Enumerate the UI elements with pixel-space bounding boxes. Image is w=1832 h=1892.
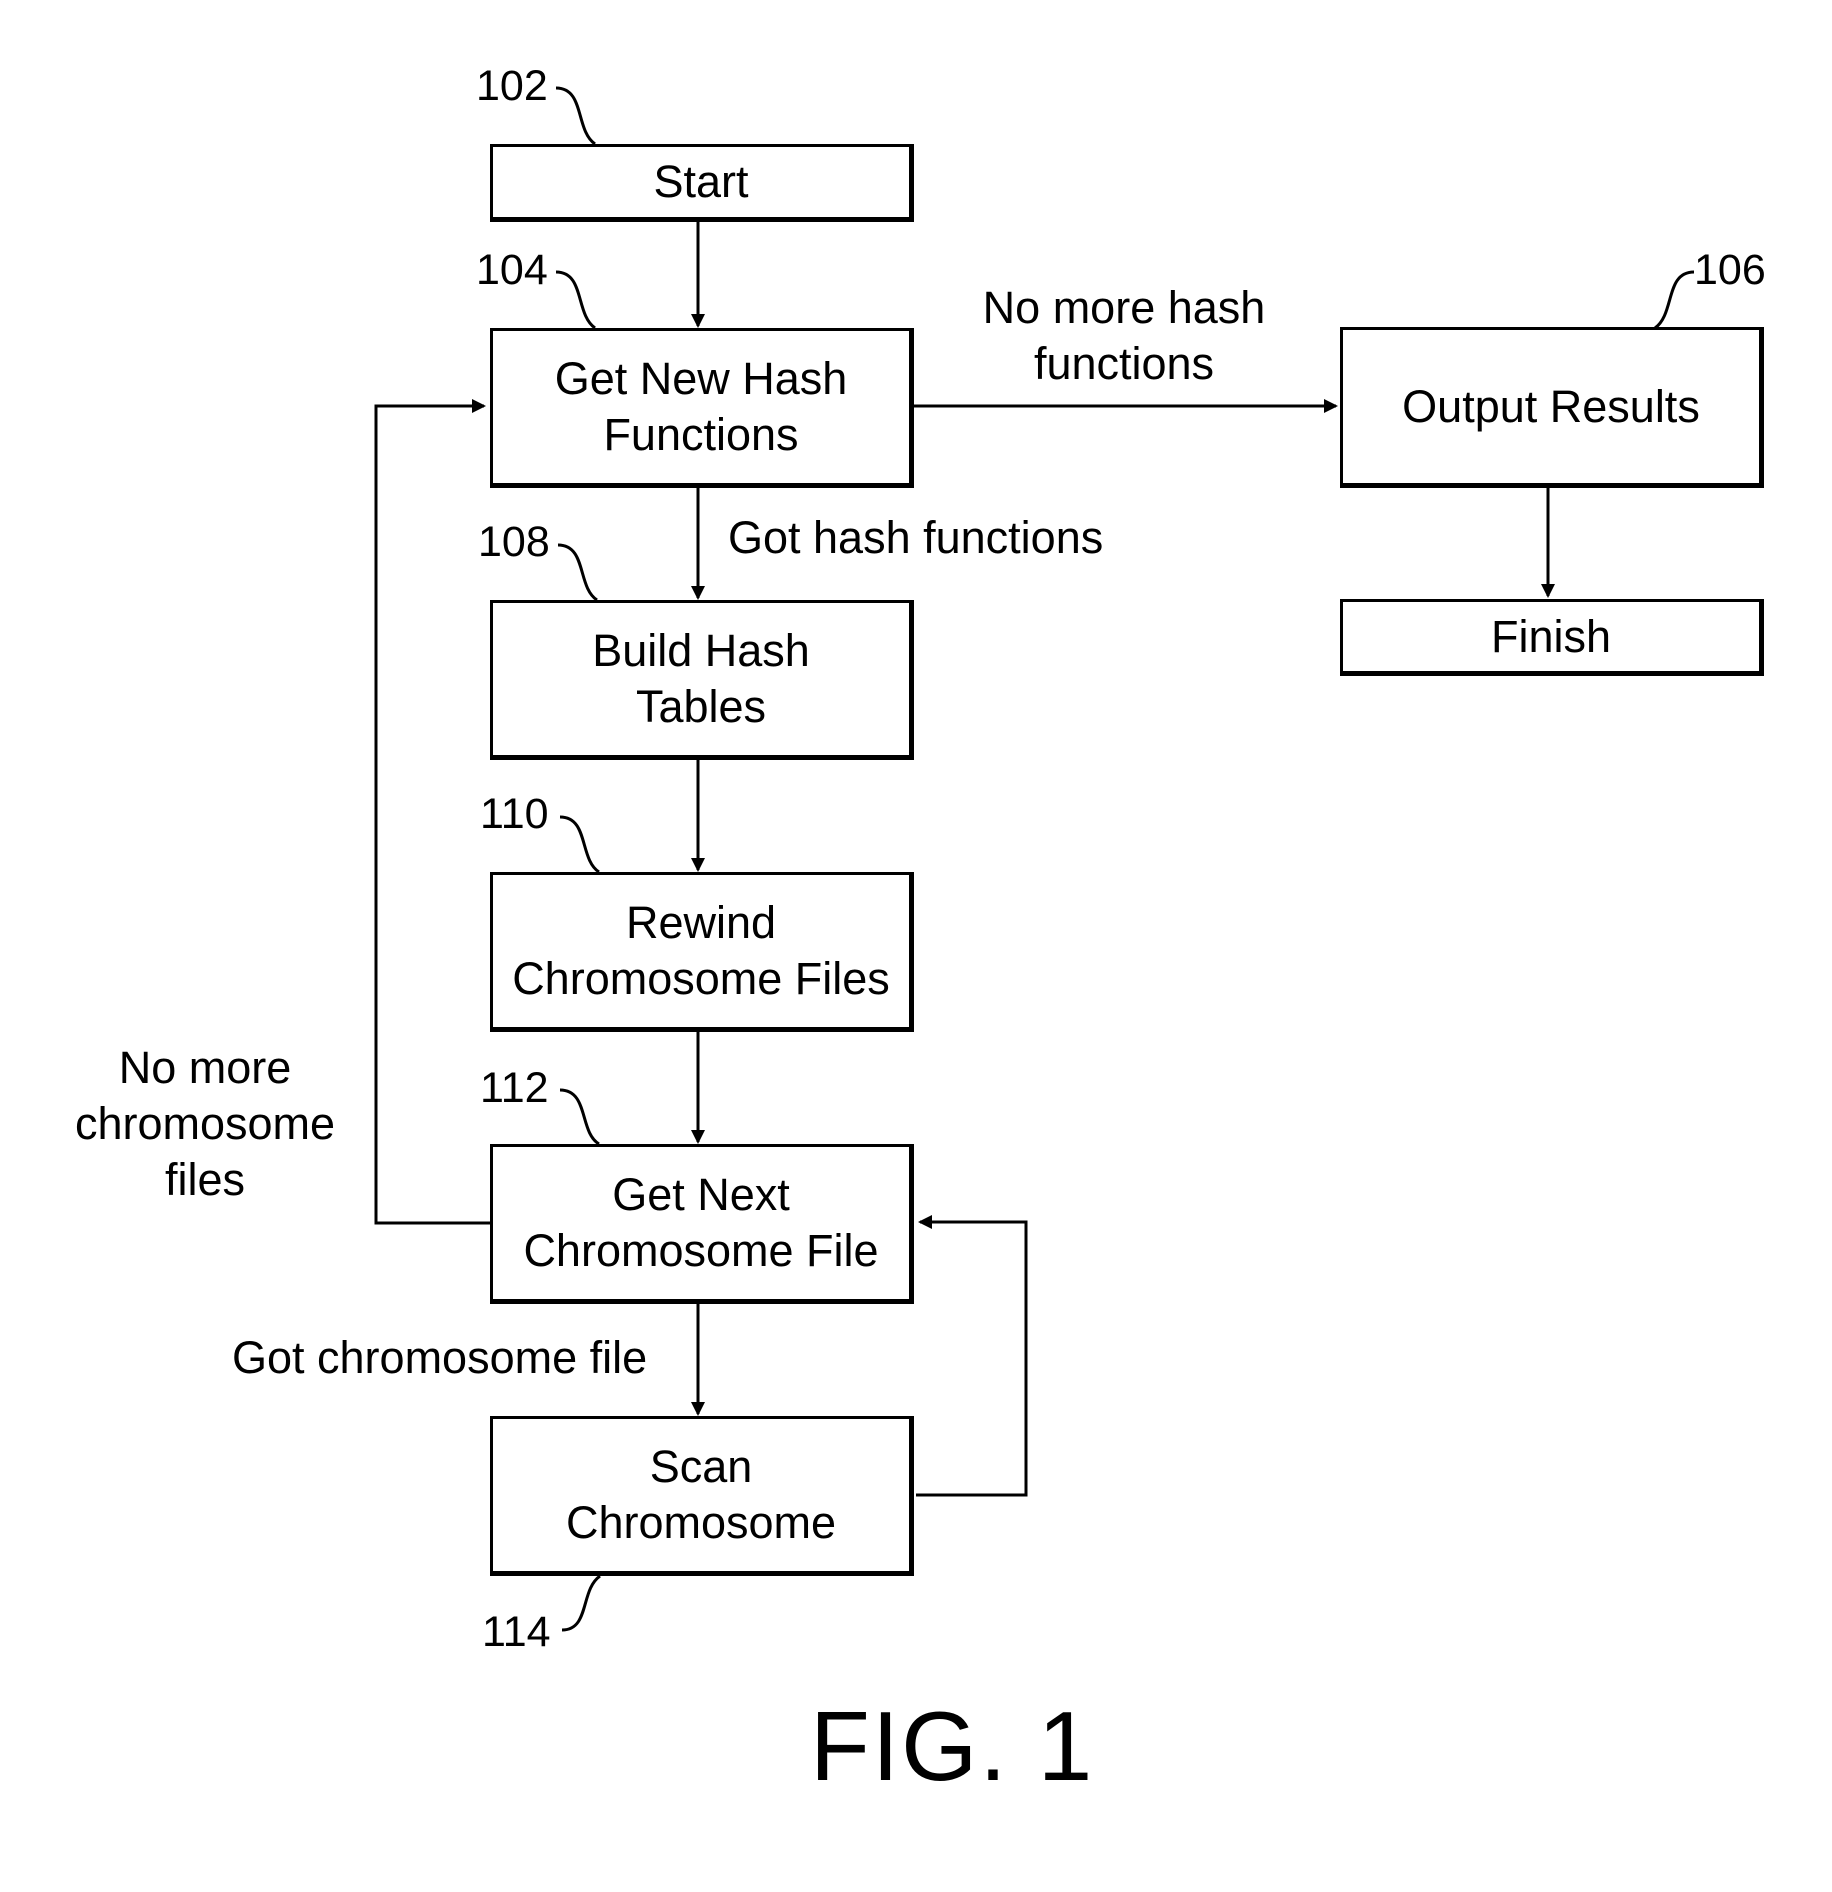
node-rewind-chromosome-files-label: Rewind Chromosome Files <box>512 897 890 1004</box>
leader-110 <box>559 815 600 874</box>
node-start: Start <box>490 144 914 222</box>
node-build-hash-tables-label: Build Hash Tables <box>592 625 810 732</box>
node-finish: Finish <box>1340 599 1764 676</box>
ref-102: 102 <box>476 62 548 110</box>
figure-caption: FIG. 1 <box>810 1691 1095 1801</box>
node-output-results-label: Output Results <box>1402 380 1700 432</box>
edge-label-no-more-chromosome-files: No more chromosome files <box>74 1042 336 1205</box>
edge-label-got-hash-functions: Got hash functions <box>728 512 1104 563</box>
leader-106 <box>1654 270 1695 330</box>
edge-label-got-chromosome-file: Got chromosome file <box>232 1332 648 1383</box>
node-scan-chromosome: Scan Chromosome <box>490 1416 914 1576</box>
leader-104 <box>555 270 596 330</box>
node-get-next-chromosome-file-label: Get Next Chromosome File <box>523 1169 879 1276</box>
leader-112 <box>559 1088 600 1146</box>
ref-106: 106 <box>1694 246 1766 294</box>
node-start-label: Start <box>653 156 749 207</box>
edge-scan-loop-to-getnext <box>916 1215 1028 1497</box>
leader-102 <box>555 86 596 146</box>
edge-getnext-loop-to-gethash <box>374 399 490 1225</box>
node-scan-chromosome-label: Scan Chromosome <box>565 1441 837 1548</box>
ref-110: 110 <box>480 790 549 838</box>
node-build-hash-tables: Build Hash Tables <box>490 600 914 760</box>
edge-label-no-more-hash-functions: No more hash functions <box>982 282 1266 389</box>
connector-layer <box>374 86 1695 1632</box>
ref-114: 114 <box>482 1608 551 1656</box>
ref-108: 108 <box>478 518 550 566</box>
leader-108 <box>557 543 598 602</box>
node-get-new-hash-functions-label: Get New Hash Functions <box>554 353 848 460</box>
node-output-results: Output Results <box>1340 327 1764 488</box>
node-finish-label: Finish <box>1490 610 1612 662</box>
leader-114 <box>561 1574 601 1632</box>
node-get-next-chromosome-file: Get Next Chromosome File <box>490 1144 914 1304</box>
ref-104: 104 <box>476 246 548 294</box>
node-rewind-chromosome-files: Rewind Chromosome Files <box>490 872 914 1032</box>
ref-112: 112 <box>480 1064 549 1112</box>
node-get-new-hash-functions: Get New Hash Functions <box>490 328 914 488</box>
